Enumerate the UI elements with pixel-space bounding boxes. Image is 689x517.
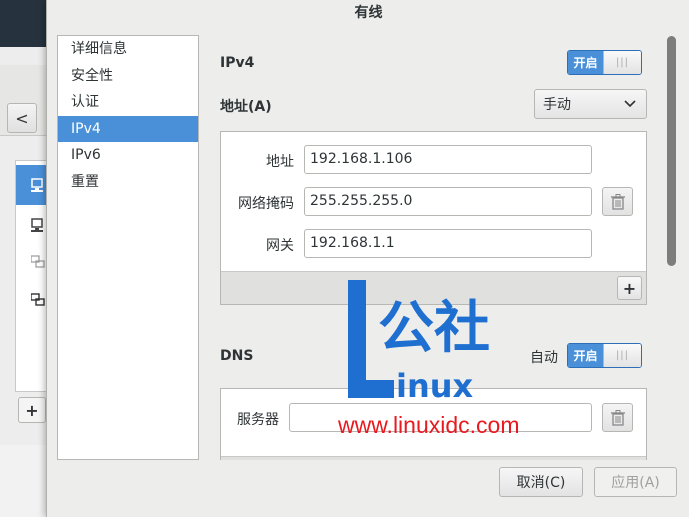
ipv4-settings-content: IPv4 开启 ||| 地址(A) 手动 地址 192.168.1.106 网络… bbox=[207, 30, 677, 460]
dns-title: DNS bbox=[220, 348, 254, 364]
add-address-button[interactable]: + bbox=[617, 276, 642, 300]
dns-panel-footer bbox=[221, 456, 646, 460]
network-wired-icon bbox=[31, 178, 43, 192]
ipv4-title: IPv4 bbox=[220, 55, 255, 71]
settings-sidebar: 详细信息 安全性 认证 IPv4 IPv6 重置 bbox=[57, 35, 199, 460]
delete-dns-button[interactable] bbox=[602, 403, 633, 432]
gateway-label: 网关 bbox=[266, 238, 294, 254]
network-icon bbox=[31, 293, 45, 306]
network-offline-icon bbox=[31, 255, 45, 268]
address-label: 地址 bbox=[266, 154, 294, 170]
trash-icon bbox=[610, 193, 625, 210]
sidebar-item-details[interactable]: 详细信息 bbox=[58, 36, 198, 63]
address-input[interactable]: 192.168.1.106 bbox=[304, 145, 592, 174]
sidebar-item-authentication[interactable]: 认证 bbox=[58, 89, 198, 116]
dialog-title: 有线 bbox=[354, 5, 383, 21]
toggle-knob: ||| bbox=[603, 51, 641, 74]
toggle-knob: ||| bbox=[603, 344, 641, 367]
delete-address-button[interactable] bbox=[602, 187, 633, 216]
ipv4-method-dropdown[interactable]: 手动 bbox=[534, 89, 647, 119]
apply-button[interactable]: 应用(A) bbox=[594, 467, 677, 497]
watermark-url: www.linuxidc.com bbox=[338, 412, 520, 438]
sidebar-item-security[interactable]: 安全性 bbox=[58, 63, 198, 90]
sidebar-item-ipv6[interactable]: IPv6 bbox=[58, 142, 198, 169]
ipv4-method-value: 手动 bbox=[543, 97, 571, 113]
add-device-button[interactable]: + bbox=[18, 397, 46, 423]
ipv4-toggle[interactable]: 开启 ||| bbox=[567, 50, 642, 75]
wired-settings-dialog: 有线 详细信息 安全性 认证 IPv4 IPv6 重置 IPv4 开启 ||| … bbox=[46, 0, 689, 517]
sidebar-item-reset[interactable]: 重置 bbox=[58, 169, 198, 196]
gateway-input[interactable]: 192.168.1.1 bbox=[304, 229, 592, 258]
trash-icon bbox=[610, 409, 625, 426]
dns-toggle-on-label: 开启 bbox=[568, 344, 603, 367]
dns-auto-label: 自动 bbox=[530, 350, 558, 366]
netmask-label: 网络掩码 bbox=[238, 196, 294, 212]
dns-auto-toggle[interactable]: 开启 ||| bbox=[567, 343, 642, 368]
ipv4-toggle-on-label: 开启 bbox=[568, 51, 603, 74]
screen: < + 有线 详细信息 安全性 认证 IPv4 IPv6 重置 IPv4 开启 … bbox=[0, 0, 689, 517]
chevron-down-icon bbox=[624, 100, 636, 108]
network-wired-icon bbox=[31, 218, 43, 232]
dns-server-label: 服务器 bbox=[237, 412, 279, 428]
netmask-input[interactable]: 255.255.255.0 bbox=[304, 187, 592, 216]
content-scrollbar[interactable] bbox=[667, 36, 676, 266]
sidebar-item-ipv4[interactable]: IPv4 bbox=[58, 115, 198, 142]
address-panel: 地址 192.168.1.106 网络掩码 255.255.255.0 网关 1… bbox=[220, 131, 647, 305]
address-panel-footer: + bbox=[221, 271, 646, 304]
cancel-button[interactable]: 取消(C) bbox=[499, 467, 583, 497]
back-button[interactable]: < bbox=[7, 103, 37, 133]
address-section-title: 地址(A) bbox=[220, 99, 272, 115]
